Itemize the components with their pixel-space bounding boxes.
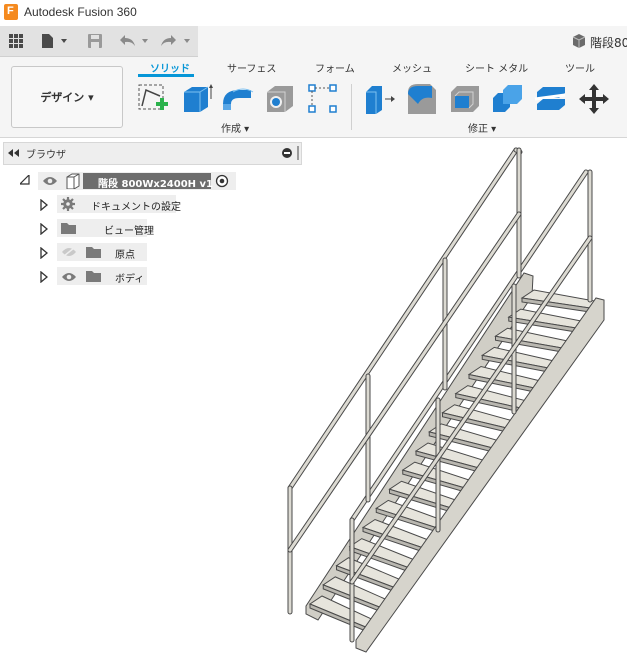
expand-arrow-icon[interactable]	[40, 223, 48, 235]
folder-icon	[86, 271, 101, 282]
component-icon	[572, 34, 586, 48]
browser-item-label: ボディ	[115, 274, 145, 285]
press-pull-icon[interactable]	[363, 82, 397, 116]
collapse-arrow-icon[interactable]	[20, 175, 30, 185]
fillet-icon[interactable]	[405, 82, 439, 116]
staircase-model	[287, 147, 605, 653]
folder-icon	[61, 223, 76, 234]
root-component-label: 階段 800Wx2400H v1	[98, 179, 213, 190]
ribbon-separator	[351, 84, 352, 130]
component-icon	[66, 173, 80, 189]
gear-icon	[61, 197, 75, 211]
pattern-icon[interactable]	[306, 82, 340, 116]
browser-item-label: ビュー管理	[104, 226, 154, 237]
expand-arrow-icon[interactable]	[40, 199, 48, 211]
folder-icon	[86, 247, 101, 258]
app-grid-icon[interactable]	[4, 26, 28, 56]
extrude-icon[interactable]	[180, 82, 214, 116]
tab-sheet-metal[interactable]: シート メタル	[465, 60, 528, 75]
modify-group-label[interactable]: 修正 ▾	[468, 120, 496, 135]
activate-radio-icon[interactable]	[215, 174, 229, 188]
visibility-eye-icon[interactable]	[61, 272, 77, 282]
save-icon[interactable]	[84, 26, 106, 56]
visibility-eye-icon[interactable]	[42, 176, 58, 186]
tab-solid[interactable]: ソリッド	[150, 60, 190, 75]
undo-icon[interactable]	[114, 26, 152, 56]
tab-form[interactable]: フォーム	[315, 60, 355, 75]
expand-arrow-icon[interactable]	[40, 247, 48, 259]
create-sketch-icon[interactable]	[136, 82, 170, 116]
document-tab[interactable]	[198, 26, 627, 57]
tab-mesh[interactable]: メッシュ	[392, 60, 432, 75]
document-tab-label: 階段80	[590, 36, 627, 50]
hidden-eye-icon[interactable]	[61, 247, 77, 257]
viewport-canvas[interactable]	[270, 138, 627, 670]
move-copy-icon[interactable]	[577, 82, 611, 116]
revolve-icon[interactable]	[221, 82, 255, 116]
browser-title: ブラウザ	[26, 150, 66, 161]
browser-item-label: ドキュメントの設定	[91, 202, 181, 213]
split-body-icon[interactable]	[534, 82, 568, 116]
browser-item-label: 原点	[115, 250, 135, 261]
active-tab-indicator	[138, 74, 194, 77]
create-group-label[interactable]: 作成 ▾	[221, 120, 249, 135]
app-title: Autodesk Fusion 360	[24, 5, 137, 19]
expand-arrow-icon[interactable]	[40, 271, 48, 283]
shell-icon[interactable]	[448, 82, 482, 116]
combine-icon[interactable]	[491, 82, 525, 116]
redo-icon[interactable]	[156, 26, 194, 56]
tab-surface[interactable]: サーフェス	[227, 60, 276, 75]
fusion-logo-icon: F	[4, 4, 18, 20]
hole-icon[interactable]	[263, 82, 297, 116]
file-menu-button[interactable]	[36, 26, 72, 56]
tab-tools[interactable]: ツール	[565, 60, 595, 75]
collapse-browser-icon[interactable]	[8, 149, 20, 157]
workspace-switcher[interactable]: デザイン ▾	[11, 66, 123, 128]
